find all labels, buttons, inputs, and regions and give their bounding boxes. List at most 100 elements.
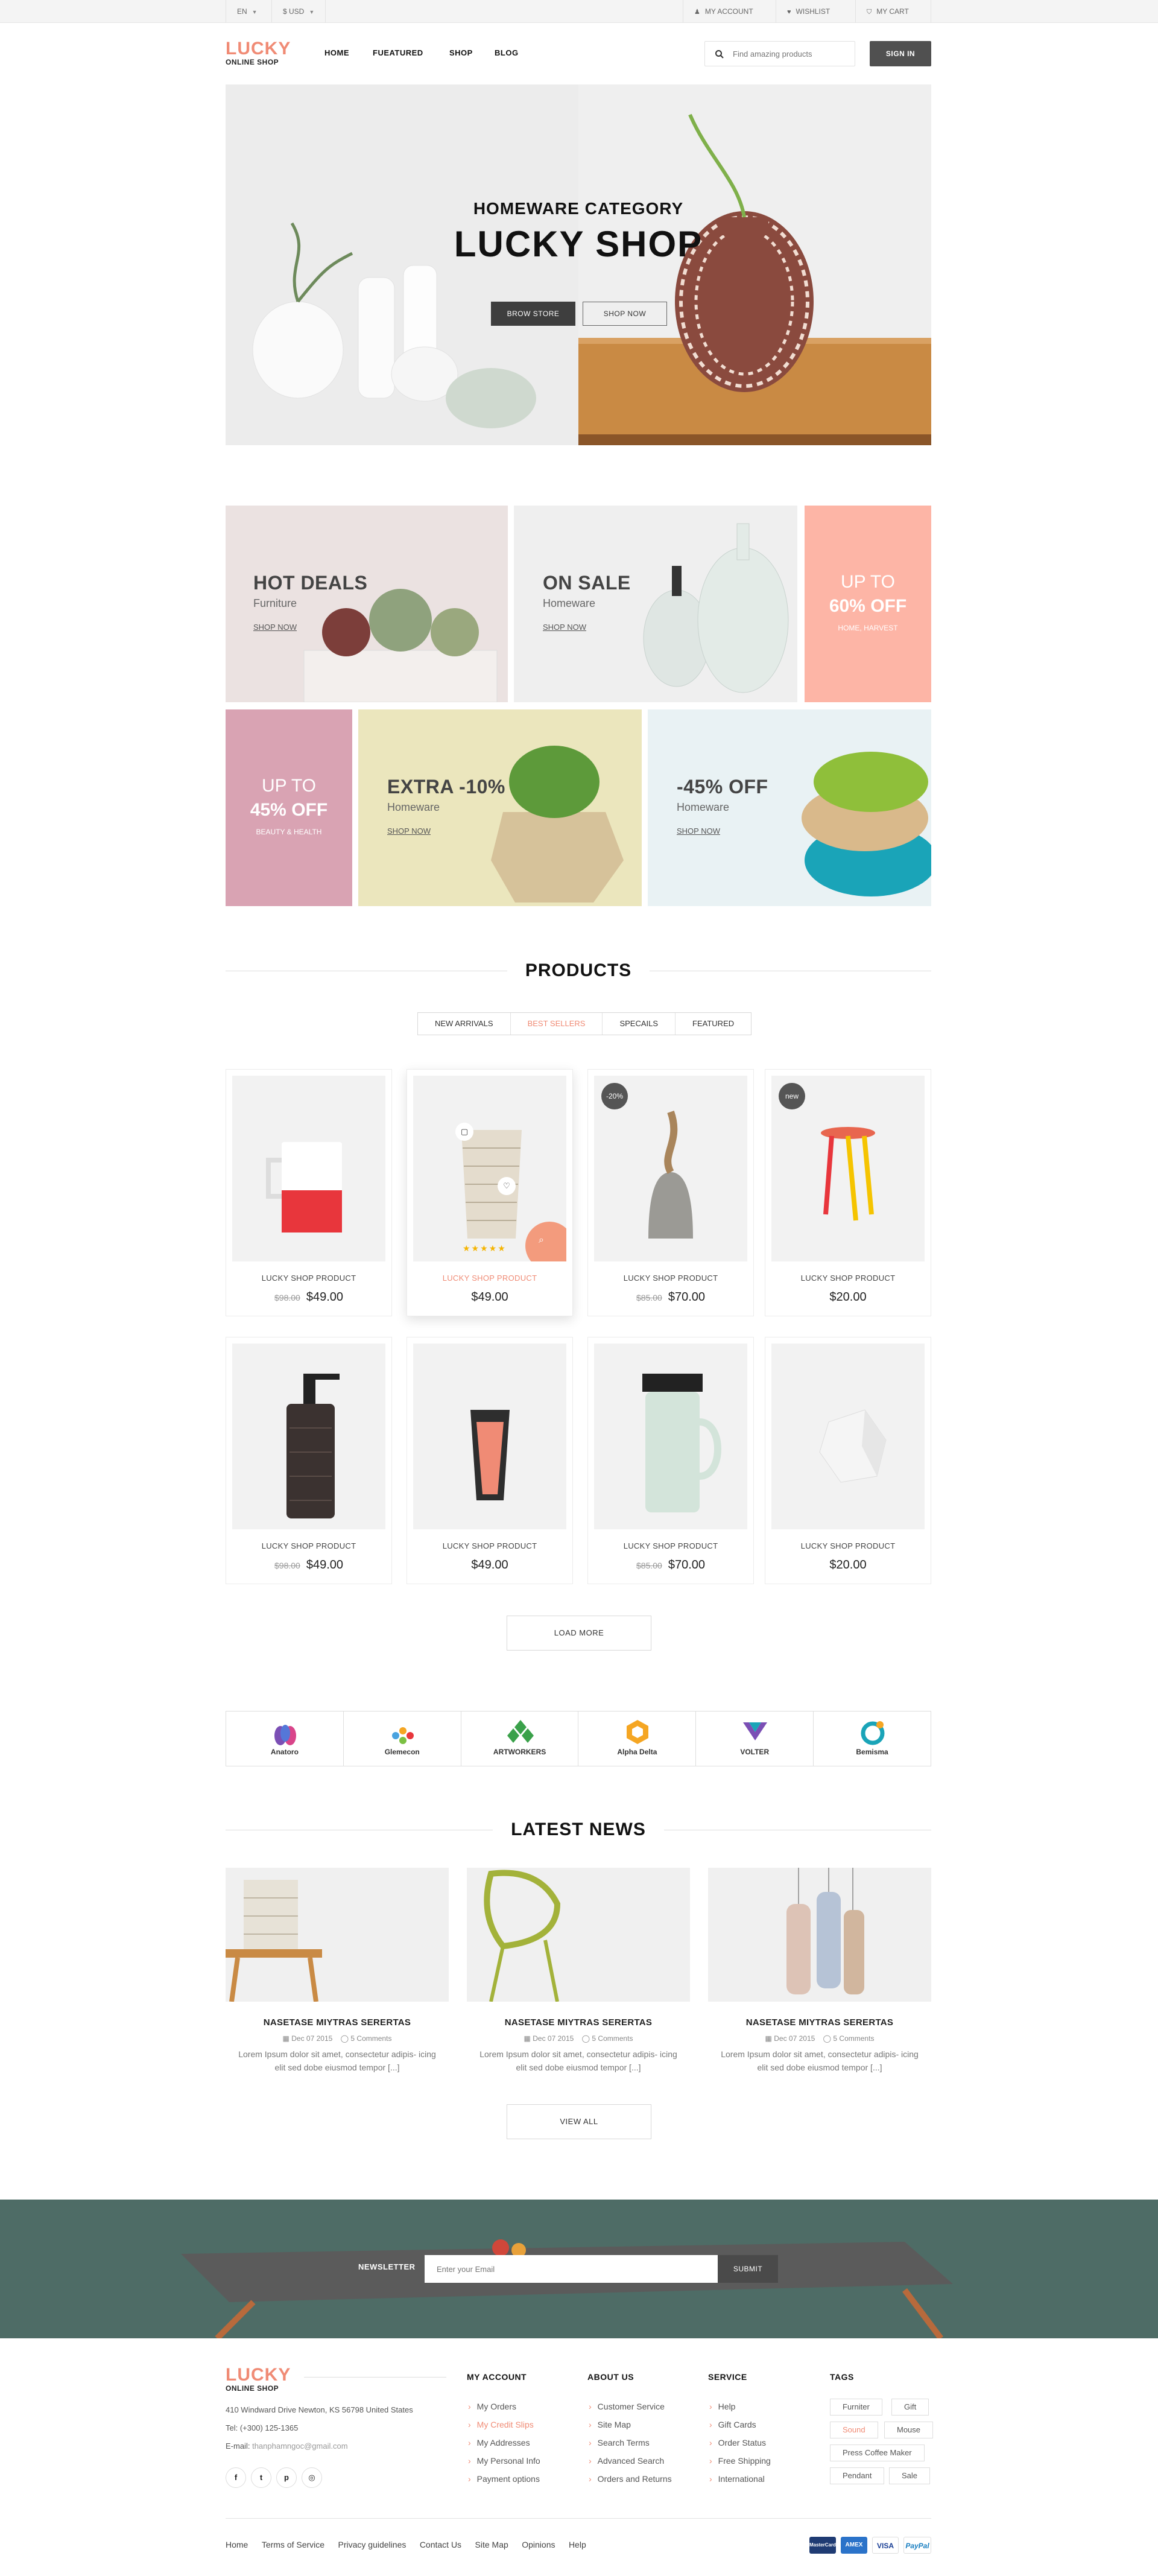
search-input[interactable] [733, 46, 847, 61]
banner-up-to-45[interactable]: UP TO 45% OFF BEAUTY & HEALTH [226, 709, 352, 906]
news-title[interactable]: NASETASE MIYTRAS SERERTAS [467, 2017, 690, 2028]
product-name[interactable]: LUCKY SHOP PRODUCT [407, 1541, 572, 1550]
product-image[interactable]: -20% [594, 1076, 747, 1261]
footer-link[interactable]: Customer Service [589, 2397, 672, 2416]
wishlist-link[interactable]: ♥ WISHLIST [776, 0, 841, 23]
news-comments[interactable]: 5 Comments [592, 2034, 633, 2043]
news-image[interactable] [708, 1868, 931, 2002]
product-image[interactable] [594, 1344, 747, 1529]
instagram-icon[interactable]: ◎ [302, 2467, 322, 2488]
brand-glemecon[interactable]: Glemecon [344, 1712, 461, 1766]
logo[interactable]: LUCKY ONLINE SHOP [226, 40, 291, 67]
product-card[interactable]: new LUCKY SHOP PRODUCT $20.00 [765, 1069, 931, 1316]
banner-extra-10[interactable]: EXTRA -10% Homeware SHOP NOW [358, 709, 642, 906]
tab-new-arrivals[interactable]: NEW ARRIVALS [418, 1013, 511, 1035]
product-name[interactable]: LUCKY SHOP PRODUCT [226, 1541, 391, 1550]
product-card[interactable]: -20% LUCKY SHOP PRODUCT $85.00 $70.00 [587, 1069, 754, 1316]
brand-alpha-delta[interactable]: Alpha Delta [578, 1712, 697, 1766]
newsletter-email-input[interactable] [425, 2255, 718, 2283]
product-image[interactable] [232, 1344, 385, 1529]
footer-link[interactable]: International [709, 2470, 771, 2488]
product-image[interactable]: new [771, 1076, 925, 1261]
wishlist-heart-icon[interactable]: ♡ [498, 1177, 516, 1195]
nav-blog[interactable]: BLOG [495, 48, 519, 57]
product-card[interactable]: LUCKY SHOP PRODUCT $98.00 $49.00 [226, 1069, 392, 1316]
newsletter-submit-button[interactable]: SUBMIT [718, 2255, 778, 2283]
product-card[interactable]: LUCKY SHOP PRODUCT $20.00 [765, 1337, 931, 1584]
footer-link[interactable]: My Addresses [468, 2434, 540, 2452]
tag-item[interactable]: Pendant [830, 2467, 885, 2484]
footer-link[interactable]: Free Shipping [709, 2452, 771, 2470]
product-name[interactable]: LUCKY SHOP PRODUCT [407, 1274, 572, 1283]
footer-link[interactable]: My Credit Slips [468, 2416, 540, 2434]
brand-anatoro[interactable]: Anatoro [226, 1712, 344, 1766]
tab-featured[interactable]: FEATURED [676, 1013, 751, 1035]
banner-hot-deals[interactable]: HOT DEALS Furniture SHOP NOW [226, 506, 508, 702]
banner-shop-now-link[interactable]: SHOP NOW [253, 623, 297, 632]
brand-bemisma[interactable]: Bemisma [814, 1712, 931, 1766]
tab-specials[interactable]: SPECAILS [603, 1013, 676, 1035]
tab-best-sellers[interactable]: BEST SELLERS [511, 1013, 603, 1035]
bottom-link-site-map[interactable]: Site Map [475, 2540, 508, 2549]
product-card[interactable]: LUCKY SHOP PRODUCT $49.00 [407, 1337, 573, 1584]
nav-featured[interactable]: FUEATURED [373, 48, 423, 57]
product-card[interactable]: LUCKY SHOP PRODUCT $98.00 $49.00 [226, 1337, 392, 1584]
sign-in-button[interactable]: SIGN IN [870, 41, 931, 66]
banner-shop-now-link[interactable]: SHOP NOW [543, 623, 586, 632]
hero-shop-now-button[interactable]: SHOP NOW [583, 302, 667, 326]
my-account-link[interactable]: ♟ MY ACCOUNT [683, 0, 764, 23]
nav-shop[interactable]: SHOP [449, 48, 473, 57]
product-image[interactable] [232, 1076, 385, 1261]
news-image[interactable] [467, 1868, 690, 2002]
banner-shop-now-link[interactable]: SHOP NOW [677, 826, 720, 836]
product-image[interactable]: ▢ ♡ ★★★★★ ⌕ [413, 1076, 566, 1261]
footer-link[interactable]: Order Status [709, 2434, 771, 2452]
banner-shop-now-link[interactable]: SHOP NOW [387, 826, 431, 836]
footer-link[interactable]: Gift Cards [709, 2416, 771, 2434]
brow-store-button[interactable]: BROW STORE [491, 302, 575, 326]
my-cart-link[interactable]: ⛉ MY CART [855, 0, 931, 23]
bottom-link-privacy[interactable]: Privacy guidelines [338, 2540, 407, 2549]
tag-item[interactable]: Sound [830, 2422, 878, 2438]
pinterest-icon[interactable]: p [276, 2467, 297, 2488]
product-name[interactable]: LUCKY SHOP PRODUCT [765, 1541, 931, 1550]
product-name[interactable]: LUCKY SHOP PRODUCT [588, 1541, 753, 1550]
footer-link[interactable]: Payment options [468, 2470, 540, 2488]
quick-view-icon[interactable]: ▢ [455, 1123, 473, 1141]
nav-home[interactable]: HOME [324, 48, 349, 57]
tag-item[interactable]: Mouse [884, 2422, 934, 2438]
currency-select[interactable]: $ USD ▼ [271, 0, 326, 23]
product-card-hover[interactable]: ▢ ♡ ★★★★★ ⌕ LUCKY SHOP PRODUCT $49.00 [407, 1069, 573, 1316]
brand-artworkers[interactable]: ARTWORKERS [461, 1712, 579, 1766]
product-image[interactable] [413, 1344, 566, 1529]
twitter-icon[interactable]: t [251, 2467, 271, 2488]
product-image[interactable] [771, 1344, 925, 1529]
footer-link[interactable]: Orders and Returns [589, 2470, 672, 2488]
news-title[interactable]: NASETASE MIYTRAS SERERTAS [708, 2017, 931, 2028]
footer-link[interactable]: Search Terms [589, 2434, 672, 2452]
banner-on-sale[interactable]: ON SALE Homeware SHOP NOW [514, 506, 797, 702]
bottom-link-home[interactable]: Home [226, 2540, 248, 2549]
facebook-icon[interactable]: f [226, 2467, 246, 2488]
news-title[interactable]: NASETASE MIYTRAS SERERTAS [226, 2017, 449, 2028]
banner-up-to-60[interactable]: UP TO 60% OFF HOME, HARVEST [805, 506, 931, 702]
product-name[interactable]: LUCKY SHOP PRODUCT [765, 1274, 931, 1283]
product-card[interactable]: LUCKY SHOP PRODUCT $85.00 $70.00 [587, 1337, 754, 1584]
view-all-button[interactable]: VIEW ALL [507, 2104, 651, 2139]
brand-volter[interactable]: VOLTER [696, 1712, 814, 1766]
news-image[interactable] [226, 1868, 449, 2002]
email-link[interactable]: thanphamngoc@gmail.com [252, 2441, 347, 2451]
tag-item[interactable]: Press Coffee Maker [830, 2444, 925, 2461]
bottom-link-help[interactable]: Help [569, 2540, 586, 2549]
search-icon[interactable] [715, 49, 724, 59]
language-select[interactable]: EN ▼ [226, 0, 268, 23]
bottom-link-opinions[interactable]: Opinions [522, 2540, 555, 2549]
tag-item[interactable]: Gift [891, 2399, 929, 2416]
product-name[interactable]: LUCKY SHOP PRODUCT [226, 1274, 391, 1283]
news-comments[interactable]: 5 Comments [350, 2034, 391, 2043]
product-name[interactable]: LUCKY SHOP PRODUCT [588, 1274, 753, 1283]
footer-link[interactable]: Help [709, 2397, 771, 2416]
banner-45-off[interactable]: -45% OFF Homeware SHOP NOW [648, 709, 931, 906]
load-more-button[interactable]: LOAD MORE [507, 1616, 651, 1651]
footer-link[interactable]: My Personal Info [468, 2452, 540, 2470]
